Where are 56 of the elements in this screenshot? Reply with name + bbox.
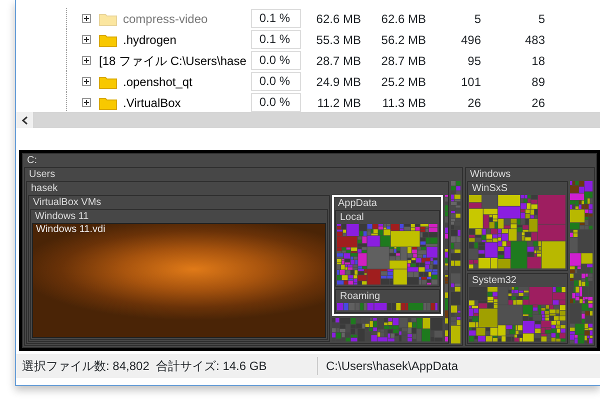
table-cell-text: 5	[473, 10, 481, 28]
treemap-block[interactable]: AppData Local Roaming	[332, 195, 443, 316]
tree-item-name[interactable]: .hydrogen	[123, 32, 176, 46]
file-block[interactable]: Windows 11.vdi	[32, 223, 326, 338]
expand-icon[interactable]	[82, 98, 91, 107]
tree-item-name[interactable]: [18 ファイル C:\Users\hase	[99, 54, 246, 68]
tree-item-name[interactable]: compress-video	[123, 12, 208, 26]
table-cell-text: 26	[530, 94, 545, 112]
table-cell-text: 56.2 MB	[380, 32, 426, 48]
folder-icon	[99, 12, 117, 26]
percent-cell: 0.0 %	[251, 51, 301, 70]
status-text: 選択ファイル数: 84,802 合計サイズ: 14.6 GB	[16, 357, 318, 375]
treemap-block[interactable]: Users hasek VirtualBox VMs Windows 11 Windows 11.vdi AppData Local Roaming	[24, 167, 463, 346]
table-cell-text: 496	[460, 32, 481, 48]
table-cell-text: 28.7 MB	[380, 52, 426, 70]
treemap-block[interactable]: WinSxS	[467, 181, 568, 271]
percent-cell: 0.1 %	[251, 30, 301, 49]
table-cell-text: 24.9 MB	[315, 74, 361, 90]
table-cell-text: 62.6 MB	[380, 10, 426, 28]
folder-icon	[99, 32, 117, 46]
tree-item-name[interactable]: .VirtualBox	[123, 96, 181, 110]
expand-icon[interactable]	[82, 56, 91, 65]
horizontal-scrollbar[interactable]	[16, 112, 600, 128]
percent-cell: 0.0 %	[251, 72, 301, 91]
table-cell-text: 101	[460, 74, 481, 90]
tree-item-name[interactable]: .openshot_qt	[123, 74, 192, 88]
treemap-block[interactable]: hasek VirtualBox VMs Windows 11 Windows 11.vdi AppData Local Roaming	[26, 181, 449, 344]
table-cell-text: 5	[537, 10, 545, 28]
table-cell-text: 18	[530, 52, 545, 70]
treemap-block[interactable]: Roaming	[335, 289, 440, 313]
table-cell-text: 483	[524, 32, 545, 48]
treemap-block[interactable]: Windows 11 Windows 11.vdi	[30, 209, 328, 340]
treemap-block[interactable]: Local	[335, 210, 440, 287]
table-cell-text: 28.7 MB	[315, 52, 361, 70]
table-cell-text: 11.2 MB	[316, 94, 361, 112]
treemap-block[interactable]: VirtualBox VMs Windows 11 Windows 11.vdi	[28, 195, 330, 342]
treemap-block[interactable]: Windows WinSxS System32	[465, 167, 595, 346]
treemap-block[interactable]: System32	[467, 273, 568, 344]
table-cell-text: 11.3 MB	[381, 94, 426, 112]
table-cell-text: 95	[466, 52, 481, 70]
treemap-block[interactable]: C: Users hasek VirtualBox VMs Windows 11 Windows 11.vdi AppData Local Roaming Windows WinSxS System32	[22, 153, 597, 348]
table-cell-text: 55.3 MB	[315, 32, 361, 48]
expand-icon[interactable]	[82, 14, 91, 23]
status-path: C:\Users\hasek\AppData	[325, 358, 458, 375]
treemap-label: Windows 11.vdi	[35, 224, 106, 236]
expand-icon[interactable]	[82, 77, 91, 86]
expand-icon[interactable]	[82, 35, 91, 44]
table-cell-text: 89	[530, 74, 545, 90]
percent-cell: 0.0 %	[251, 93, 301, 112]
scroll-left-icon[interactable]	[20, 116, 28, 124]
table-cell-text: 25.2 MB	[380, 74, 426, 90]
folder-icon	[99, 74, 117, 88]
percent-cell: 0.1 %	[251, 9, 301, 28]
table-cell-text: 26	[466, 94, 481, 112]
table-cell-text: 62.6 MB	[315, 10, 361, 28]
folder-icon	[99, 96, 117, 110]
